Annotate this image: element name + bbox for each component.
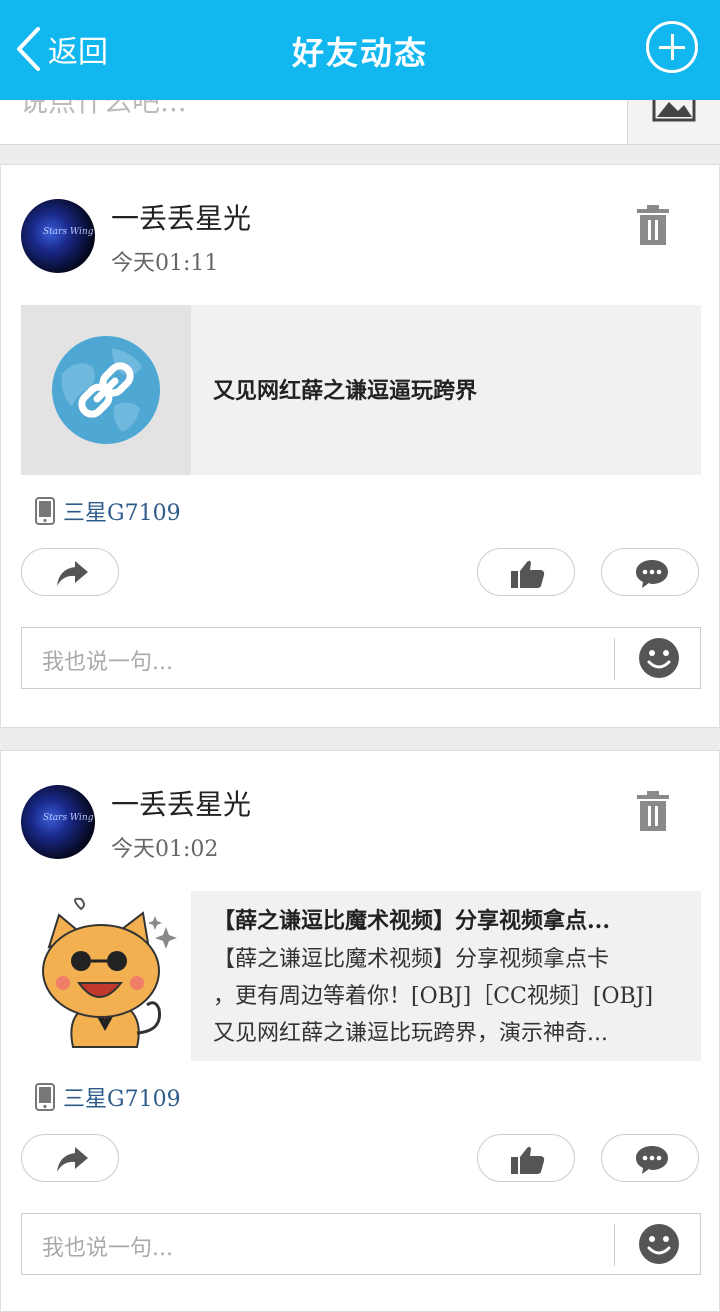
share-icon [57,561,88,586]
add-post-button[interactable] [646,21,698,73]
comment-input[interactable]: 我也说一句... [21,627,701,689]
shared-content[interactable]: 【薛之谦逗比魔术视频】分享视频拿点... 【薛之谦逗比魔术视频】分享视频拿点卡 … [21,891,701,1061]
comment-input[interactable]: 我也说一句... [21,1213,701,1275]
shared-description: 【薛之谦逗比魔术视频】分享视频拿点卡 ，更有周边等着你！[OBJ]［CC视频］[… [213,941,683,1052]
emoji-icon[interactable] [638,637,680,679]
trash-icon[interactable] [637,205,669,245]
link-title: 又见网红薛之谦逗逼玩跨界 [213,378,478,404]
comment-icon [636,560,668,588]
post-time: 今天01:02 [111,837,219,862]
avatar[interactable]: Stars Wing [21,785,95,859]
trash-icon[interactable] [637,791,669,831]
emoji-icon[interactable] [638,1223,680,1265]
description-line: ，更有周边等着你！[OBJ]［CC视频］[OBJ] [213,984,654,1009]
thumbs-up-icon [511,560,545,588]
share-button[interactable] [21,1134,119,1182]
share-button[interactable] [21,548,119,596]
divider [614,1224,615,1266]
description-line: 【薛之谦逗比魔术视频】分享视频拿点卡 [213,947,610,972]
device-name: 三星G7109 [63,501,181,526]
link-thumbnail [21,305,191,475]
cat-thumbnail [21,891,191,1061]
device-info: 三星G7109 [35,495,181,527]
user-name[interactable]: 一丢丢星光 [111,783,251,823]
like-button[interactable] [477,1134,575,1182]
comment-button[interactable] [601,548,699,596]
like-button[interactable] [477,548,575,596]
avatar[interactable]: Stars Wing [21,199,95,273]
device-info: 三星G7109 [35,1081,181,1113]
post-time: 今天01:11 [111,251,219,276]
description-line: 又见网红薛之谦逗比玩跨界，演示神奇... [213,1021,608,1046]
top-bar: 返回 好友动态 [0,0,720,100]
share-icon [57,1147,88,1172]
phone-icon [35,497,55,525]
page-title: 好友动态 [291,34,428,72]
user-name[interactable]: 一丢丢星光 [111,197,251,237]
comment-icon [636,1146,668,1174]
post-card: Stars Wing 一丢丢星光 今天01:11 又见网红薛之谦逗逼玩跨界 三星… [0,164,720,728]
divider [614,638,615,680]
shared-title: 【薛之谦逗比魔术视频】分享视频拿点... [213,908,610,934]
link-preview[interactable]: 又见网红薛之谦逗逼玩跨界 [21,305,701,475]
comment-placeholder: 我也说一句... [42,650,173,675]
comment-placeholder: 我也说一句... [42,1236,173,1261]
phone-icon [35,1083,55,1111]
post-card: Stars Wing 一丢丢星光 今天01:02 【薛之谦逗比魔术视频】分享视频… [0,750,720,1312]
device-name: 三星G7109 [63,1087,181,1112]
comment-button[interactable] [601,1134,699,1182]
link-icon [52,336,160,444]
thumbs-up-icon [511,1146,545,1174]
